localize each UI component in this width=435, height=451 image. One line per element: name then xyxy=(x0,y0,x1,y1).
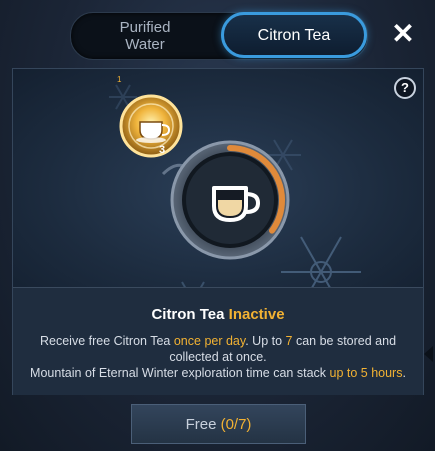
scene-art: 3 1 xyxy=(109,75,361,287)
help-icon[interactable]: ? xyxy=(394,77,416,99)
info-title: Citron Tea Inactive xyxy=(13,306,423,323)
side-arrow-icon xyxy=(424,346,433,362)
info-section: Citron Tea Inactive Receive free Citron … xyxy=(13,287,423,395)
close-icon[interactable]: ✕ xyxy=(389,20,417,48)
desc-text: . xyxy=(402,366,406,380)
desc-highlight: up to 5 hours xyxy=(329,366,403,380)
stored-count: 3 xyxy=(159,144,165,156)
snowflake-icon xyxy=(281,236,361,287)
free-claim-button[interactable]: Free (0/7) xyxy=(131,404,306,444)
stored-tea-item xyxy=(119,94,183,158)
citron-tea-panel: 3 1 ? Citron Tea Inactive Receive free C… xyxy=(12,68,424,395)
title-name: Citron Tea xyxy=(151,306,225,323)
tab-purified-water[interactable]: Purified Water xyxy=(71,13,219,59)
desc-text: . Up to xyxy=(245,334,286,348)
button-count: (0/7) xyxy=(220,415,252,433)
stored-marker: 1 xyxy=(117,75,122,84)
tea-scene: 3 1 ? xyxy=(13,69,423,287)
info-description: Receive free Citron Tea once per day. Up… xyxy=(23,333,413,381)
tab-citron-tea[interactable]: Citron Tea xyxy=(221,12,367,58)
title-status: Inactive xyxy=(228,306,285,323)
desc-text: Mountain of Eternal Winter exploration t… xyxy=(30,366,330,380)
desc-text: Receive free Citron Tea xyxy=(39,334,174,348)
button-label: Free xyxy=(185,415,221,433)
desc-highlight: once per day xyxy=(173,334,246,348)
tab-bar: Purified Water Citron Tea xyxy=(70,12,368,60)
